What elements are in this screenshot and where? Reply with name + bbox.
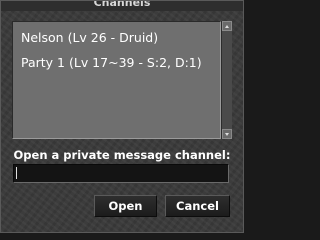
window-title: Channels [93,1,151,9]
scroll-down-icon[interactable] [222,129,232,139]
title-bar[interactable]: Channels [1,1,243,11]
open-button[interactable]: Open [94,195,157,217]
channels-dialog: Channels Nelson (Lv 26 - Druid) Party 1 … [0,0,244,233]
channel-list[interactable]: Nelson (Lv 26 - Druid) Party 1 (Lv 17~39… [12,21,221,139]
private-message-label: Open a private message channel: [13,148,231,162]
text-caret [16,167,17,179]
private-message-input[interactable] [13,164,229,183]
list-item[interactable]: Nelson (Lv 26 - Druid) [21,30,158,45]
list-item[interactable]: Party 1 (Lv 17~39 - S:2, D:1) [21,55,202,70]
scroll-up-icon[interactable] [222,21,232,31]
cancel-button[interactable]: Cancel [165,195,230,217]
channel-list-scrollbar[interactable] [221,21,232,139]
